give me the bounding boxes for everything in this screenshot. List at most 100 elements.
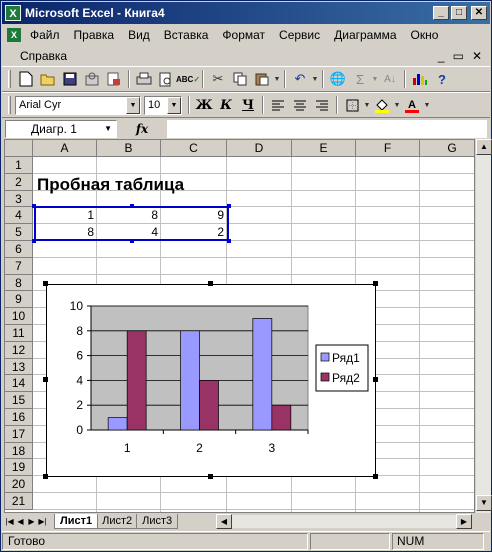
column-header-e[interactable]: E — [292, 140, 356, 157]
row-header-16[interactable]: 16 — [5, 409, 33, 426]
autosum-dropdown-icon[interactable]: ▼ — [371, 68, 379, 90]
chart-resize-handle[interactable] — [373, 473, 378, 479]
bar-ряд1-2[interactable] — [180, 330, 200, 430]
row-header-21[interactable]: 21 — [5, 493, 33, 510]
scroll-right-icon[interactable]: ▶ — [456, 514, 472, 529]
column-header-f[interactable]: F — [356, 140, 420, 157]
menu-format[interactable]: Формат — [215, 28, 272, 42]
row-header-6[interactable]: 6 — [5, 241, 33, 258]
scroll-up-icon[interactable]: ▲ — [476, 139, 492, 155]
row-header-1[interactable]: 1 — [5, 157, 33, 174]
chart-resize-handle[interactable] — [43, 377, 48, 383]
menu-chart[interactable]: Диаграмма — [327, 28, 403, 42]
align-center-icon[interactable] — [289, 94, 311, 116]
selection-handle[interactable] — [32, 204, 36, 209]
menu-view[interactable]: Вид — [121, 28, 157, 42]
row-header-11[interactable]: 11 — [5, 325, 33, 342]
underline-button[interactable]: Ч — [237, 94, 259, 116]
undo-dropdown-icon[interactable]: ▼ — [311, 68, 319, 90]
doc-restore-button[interactable]: ▭ — [453, 49, 464, 63]
italic-button[interactable]: К — [215, 94, 237, 116]
select-all-corner[interactable] — [5, 140, 33, 157]
menu-insert[interactable]: Вставка — [157, 28, 216, 42]
row-header-3[interactable]: 3 — [5, 190, 33, 208]
row-header-12[interactable]: 12 — [5, 341, 33, 359]
copy-icon[interactable] — [229, 68, 251, 90]
first-sheet-icon[interactable]: |◀ — [4, 515, 15, 529]
chart-resize-handle[interactable] — [43, 280, 48, 286]
column-header-b[interactable]: B — [97, 140, 161, 157]
row-header-7[interactable]: 7 — [5, 257, 33, 275]
chart-resize-handle[interactable] — [208, 473, 213, 479]
font-color-dropdown-icon[interactable]: ▼ — [423, 94, 431, 116]
scroll-down-icon[interactable]: ▼ — [476, 495, 492, 511]
help-icon[interactable]: ? — [431, 68, 453, 90]
chevron-down-icon[interactable]: ▼ — [167, 96, 181, 114]
embedded-chart[interactable]: 0 2 4 6 8 10 1 2 3 Ряд1 Ряд2 — [46, 283, 376, 477]
excel-icon[interactable]: X — [5, 5, 21, 21]
last-sheet-icon[interactable]: ▶| — [37, 515, 48, 529]
sort-icon[interactable]: A↓ — [379, 68, 401, 90]
bold-button[interactable]: Ж — [193, 94, 215, 116]
doc-minimize-button[interactable]: _ — [438, 49, 445, 63]
undo-icon[interactable]: ↶ — [289, 68, 311, 90]
permission-icon[interactable] — [81, 68, 103, 90]
column-header-a[interactable]: A — [33, 140, 97, 157]
borders-icon[interactable] — [341, 94, 363, 116]
borders-dropdown-icon[interactable]: ▼ — [363, 94, 371, 116]
vertical-scrollbar[interactable]: ▲ ▼ — [475, 139, 492, 513]
fx-icon[interactable]: fx — [117, 122, 167, 136]
toolbar-grip[interactable] — [8, 70, 11, 88]
row-header-8[interactable]: 8 — [5, 274, 33, 292]
row-header-20[interactable]: 20 — [5, 476, 33, 493]
selection-handle[interactable] — [227, 239, 231, 243]
fill-dropdown-icon[interactable]: ▼ — [393, 94, 401, 116]
paste-icon[interactable] — [251, 68, 273, 90]
row-header-19[interactable]: 19 — [5, 459, 33, 477]
row-header-15[interactable]: 15 — [5, 392, 33, 409]
row-header-10[interactable]: 10 — [5, 308, 33, 325]
workbook-icon[interactable]: X — [7, 27, 21, 42]
row-header-17[interactable]: 17 — [5, 425, 33, 443]
hyperlink-icon[interactable]: 🌐 — [327, 68, 349, 90]
bar-ряд1-3[interactable] — [252, 317, 273, 430]
chart-wizard-icon[interactable] — [409, 68, 431, 90]
new-icon[interactable] — [15, 68, 37, 90]
horizontal-scrollbar[interactable]: ◀ ▶ — [216, 514, 472, 529]
column-header-d[interactable]: D — [227, 140, 292, 157]
menu-help[interactable]: Справка — [2, 49, 74, 63]
tab-list1[interactable]: Лист1 — [54, 514, 99, 529]
save-icon[interactable] — [59, 68, 81, 90]
tab-list2[interactable]: Лист2 — [96, 514, 139, 529]
bar-ряд2-2[interactable] — [199, 379, 219, 430]
row-header-18[interactable]: 18 — [5, 442, 33, 460]
column-header-c[interactable]: C — [161, 140, 227, 157]
column-header-g[interactable]: G — [420, 140, 474, 157]
chart-resize-handle[interactable] — [208, 280, 213, 286]
bar-ряд1-1[interactable] — [107, 416, 128, 430]
menu-window[interactable]: Окно — [404, 28, 446, 42]
bar-ряд2-1[interactable] — [126, 330, 147, 430]
next-sheet-icon[interactable]: ▶ — [26, 515, 37, 529]
fill-color-icon[interactable] — [371, 94, 393, 116]
font-size-select[interactable]: 10 ▼ — [144, 95, 182, 115]
cut-icon[interactable]: ✂ — [207, 68, 229, 90]
prev-sheet-icon[interactable]: ◀ — [15, 515, 26, 529]
maximize-button[interactable]: □ — [451, 6, 467, 20]
align-right-icon[interactable] — [311, 94, 333, 116]
row-header-4[interactable]: 4 — [5, 207, 33, 225]
toolbar-grip[interactable] — [8, 96, 11, 114]
minimize-button[interactable]: _ — [433, 6, 449, 20]
row-header-9[interactable]: 9 — [5, 291, 33, 309]
autosum-icon[interactable]: Σ — [349, 68, 371, 90]
doc-close-button[interactable]: ✕ — [472, 49, 482, 63]
chart-resize-handle[interactable] — [373, 280, 378, 286]
menu-edit[interactable]: Правка — [67, 28, 122, 42]
open-icon[interactable] — [37, 68, 59, 90]
selection-handle[interactable] — [32, 239, 36, 243]
chevron-down-icon[interactable]: ▼ — [126, 96, 140, 114]
cell-a2-title[interactable]: Пробная таблица — [37, 175, 184, 195]
chart-resize-handle[interactable] — [43, 473, 48, 479]
preview-icon[interactable] — [155, 68, 177, 90]
row-header-2[interactable]: 2 — [5, 173, 33, 191]
